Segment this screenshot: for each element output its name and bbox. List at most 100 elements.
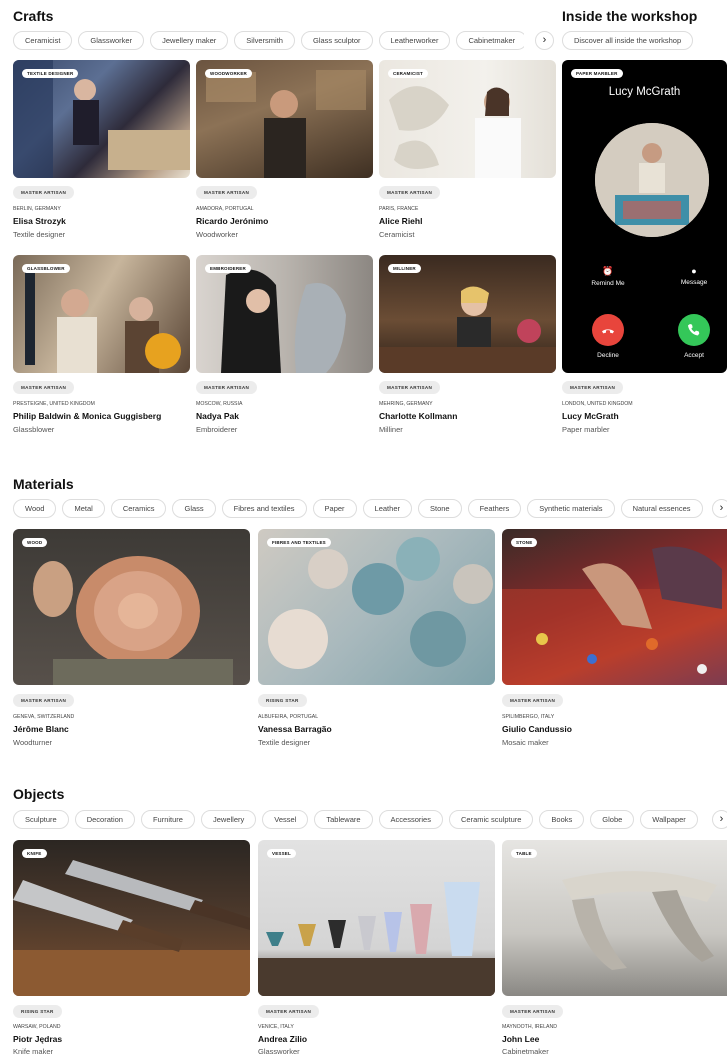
crafts-chips: Ceramicist Glassworker Jewellery maker S…: [13, 31, 524, 50]
status-badge: Master artisan: [379, 186, 441, 199]
artisan-role: Ceramicist: [379, 230, 415, 239]
artisan-name[interactable]: Piotr Jędras: [13, 1034, 62, 1044]
materials-next-button[interactable]: ›: [712, 499, 727, 518]
card-image: [502, 840, 727, 996]
chip-jewellery[interactable]: Jewellery: [200, 810, 257, 829]
card-image: [13, 529, 250, 685]
crafts-next-button[interactable]: ›: [535, 31, 554, 50]
material-card[interactable]: Wood Master artisan Geneva, Switzerland …: [13, 529, 250, 749]
chip-feathers[interactable]: Feathers: [467, 499, 522, 518]
objects-next-button[interactable]: ›: [712, 810, 727, 829]
chip-stone[interactable]: Stone: [417, 499, 462, 518]
craft-card[interactable]: Textile designer Master artisan Berlin, …: [13, 60, 190, 240]
chip-leather[interactable]: Leather: [362, 499, 412, 518]
artisan-role: Glassworker: [258, 1047, 300, 1056]
chip-metal[interactable]: Metal: [62, 499, 105, 518]
chip-synthetic-materials[interactable]: Synthetic materials: [527, 499, 615, 518]
location: Berlin, Germany: [13, 206, 61, 212]
category-tag: Woodworker: [205, 69, 252, 78]
chip-glass[interactable]: Glass: [172, 499, 216, 518]
location: London, United Kingdom: [562, 401, 633, 407]
chip-vessel[interactable]: Vessel: [262, 810, 309, 829]
material-card[interactable]: Fibres and textiles Rising star Albufeir…: [258, 529, 495, 749]
chip-silversmith[interactable]: Silversmith: [234, 31, 295, 50]
chip-ceramic-sculpture[interactable]: Ceramic sculpture: [448, 810, 534, 829]
chip-decoration[interactable]: Decoration: [74, 810, 135, 829]
location: Spilimbergo, Italy: [502, 714, 555, 720]
artisan-name[interactable]: Andrea Zilio: [258, 1034, 307, 1044]
materials-title: Materials: [13, 476, 74, 492]
artisan-name[interactable]: Giulio Candussio: [502, 724, 572, 734]
artisan-name[interactable]: Lucy McGrath: [562, 411, 619, 421]
chip-wallpaper[interactable]: Wallpaper: [640, 810, 698, 829]
chip-accessories[interactable]: Accessories: [378, 810, 443, 829]
category-tag: Milliner: [388, 264, 421, 273]
chip-ceramicist[interactable]: Ceramicist: [13, 31, 73, 50]
chip-glassworker[interactable]: Glassworker: [78, 31, 145, 50]
chip-globe[interactable]: Globe: [590, 810, 635, 829]
chip-cabinetmaker[interactable]: Cabinetmaker: [456, 31, 524, 50]
chip-leatherworker[interactable]: Leatherworker: [378, 31, 451, 50]
chip-sculpture[interactable]: Sculpture: [13, 810, 69, 829]
chip-fibres-textiles[interactable]: Fibres and textiles: [221, 499, 307, 518]
category-tag: Glassblower: [22, 264, 70, 273]
artisan-role: Textile designer: [13, 230, 66, 239]
artisan-role: Knife maker: [13, 1047, 54, 1056]
craft-card[interactable]: Milliner Master artisan Mehring, Germany…: [379, 255, 556, 435]
category-tag: Paper marbler: [571, 69, 623, 78]
chip-tableware[interactable]: Tableware: [314, 810, 373, 829]
material-card[interactable]: Stone Master artisan Spilimbergo, Italy …: [502, 529, 727, 749]
status-badge: Master artisan: [13, 381, 75, 394]
status-badge: Master artisan: [13, 186, 75, 199]
artisan-role: Cabinetmaker: [502, 1047, 549, 1056]
chip-ceramics[interactable]: Ceramics: [110, 499, 167, 518]
artisan-name[interactable]: Charlotte Kollmann: [379, 411, 457, 421]
workshop-discover-chip[interactable]: Discover all inside the workshop: [562, 31, 694, 50]
artisan-name[interactable]: Alice Riehl: [379, 216, 422, 226]
chip-natural-essences[interactable]: Natural essences: [620, 499, 703, 518]
location: Geneva, Switzerland: [13, 714, 75, 720]
artisan-name[interactable]: Elisa Strozyk: [13, 216, 66, 226]
craft-card[interactable]: Glassblower Master artisan Presteigne, U…: [13, 255, 190, 435]
mosaic-image: [502, 546, 727, 685]
object-card[interactable]: Table Master artisan Maynooth, Ireland J…: [502, 840, 727, 1057]
artisan-name[interactable]: Vanessa Barragão: [258, 724, 332, 734]
workshop-card-info[interactable]: Master artisan London, United Kingdom Lu…: [562, 255, 727, 435]
card-image: [258, 840, 495, 996]
craft-card[interactable]: Embroiderer Master artisan Moscow, Russi…: [196, 255, 373, 435]
artisan-name[interactable]: John Lee: [502, 1034, 539, 1044]
card-image: [502, 529, 727, 685]
artisan-name[interactable]: Philip Baldwin & Monica Guggisberg: [13, 411, 161, 421]
artisan-name[interactable]: Nadya Pak: [196, 411, 239, 421]
craft-card[interactable]: Ceramicist Master artisan Paris, France …: [379, 60, 556, 240]
artisan-name[interactable]: Ricardo Jerónimo: [196, 216, 268, 226]
category-tag: Stone: [511, 538, 538, 547]
chip-jewellery-maker[interactable]: Jewellery maker: [150, 31, 229, 50]
object-card[interactable]: Vessel Master artisan Venice, Italy Andr…: [258, 840, 495, 1057]
category-tag: Fibres and textiles: [267, 538, 331, 547]
object-card[interactable]: Knife Rising star Warsaw, Poland Piotr J…: [13, 840, 250, 1057]
category-tag: Embroiderer: [205, 264, 251, 273]
chip-glass-sculptor[interactable]: Glass sculptor: [300, 31, 373, 50]
chevron-right-icon: ›: [542, 34, 547, 46]
artisan-role: Woodturner: [13, 738, 53, 747]
category-tag: Table: [511, 849, 537, 858]
status-badge: Rising star: [258, 694, 307, 707]
artisan-role: Glassblower: [13, 425, 55, 434]
craft-card[interactable]: Woodworker Master artisan Amadora, Portu…: [196, 60, 373, 240]
chip-books[interactable]: Books: [539, 810, 585, 829]
status-badge: Master artisan: [562, 381, 624, 394]
location: Paris, France: [379, 206, 419, 212]
artisan-role: Woodworker: [196, 230, 238, 239]
status-badge: Master artisan: [379, 381, 441, 394]
category-tag: Vessel: [267, 849, 296, 858]
objects-chips: Sculpture Decoration Furniture Jewellery…: [13, 810, 706, 829]
artisan-role: Mosaic maker: [502, 738, 549, 747]
chip-paper[interactable]: Paper: [312, 499, 357, 518]
chip-furniture[interactable]: Furniture: [140, 810, 195, 829]
textile-coral-image: [268, 537, 493, 669]
artisan-name[interactable]: Jérôme Blanc: [13, 724, 69, 734]
chip-wood[interactable]: Wood: [13, 499, 57, 518]
artisan-role: Paper marbler: [562, 425, 610, 434]
paper-marbler-image: [595, 123, 709, 237]
